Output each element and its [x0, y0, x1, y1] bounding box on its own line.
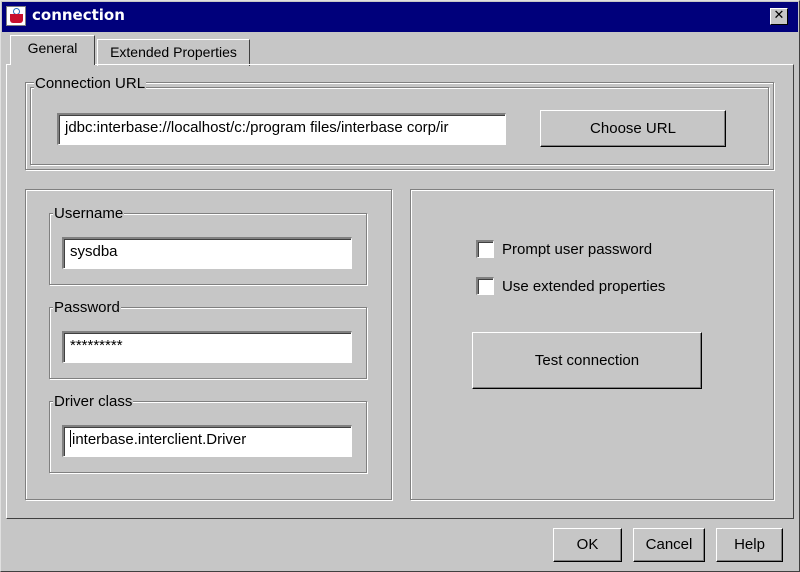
help-button[interactable]: Help — [716, 528, 783, 562]
driver-class-input[interactable]: interbase.interclient.Driver — [62, 425, 352, 457]
test-connection-button[interactable]: Test connection — [472, 332, 702, 389]
password-input[interactable]: ********* — [62, 331, 352, 363]
tab-extended-properties-label: Extended Properties — [110, 44, 237, 60]
tab-general-label: General — [27, 40, 78, 56]
driver-class-value: interbase.interclient.Driver — [72, 431, 247, 448]
java-cup-icon[interactable] — [6, 6, 26, 26]
username-input[interactable]: sysdba — [62, 237, 352, 269]
window-title: connection — [32, 6, 125, 24]
driver-class-label: Driver class — [53, 393, 134, 410]
password-label: Password — [53, 299, 121, 316]
ok-button[interactable]: OK — [553, 528, 622, 562]
cancel-button[interactable]: Cancel — [633, 528, 705, 562]
close-icon[interactable]: ✕ — [770, 8, 788, 25]
prompt-password-label[interactable]: Prompt user password — [502, 241, 652, 258]
choose-url-button[interactable]: Choose URL — [540, 110, 726, 147]
tab-extended-properties[interactable]: Extended Properties — [97, 39, 250, 66]
extended-properties-checkbox[interactable] — [476, 277, 494, 295]
username-label: Username — [53, 205, 125, 222]
prompt-password-checkbox[interactable] — [476, 240, 494, 258]
text-caret — [70, 430, 71, 447]
extended-properties-label[interactable]: Use extended properties — [502, 278, 665, 295]
connection-url-input[interactable]: jdbc:interbase://localhost/c:/program fi… — [57, 113, 506, 145]
connection-url-label: Connection URL — [34, 75, 147, 92]
tab-general[interactable]: General — [10, 35, 95, 65]
